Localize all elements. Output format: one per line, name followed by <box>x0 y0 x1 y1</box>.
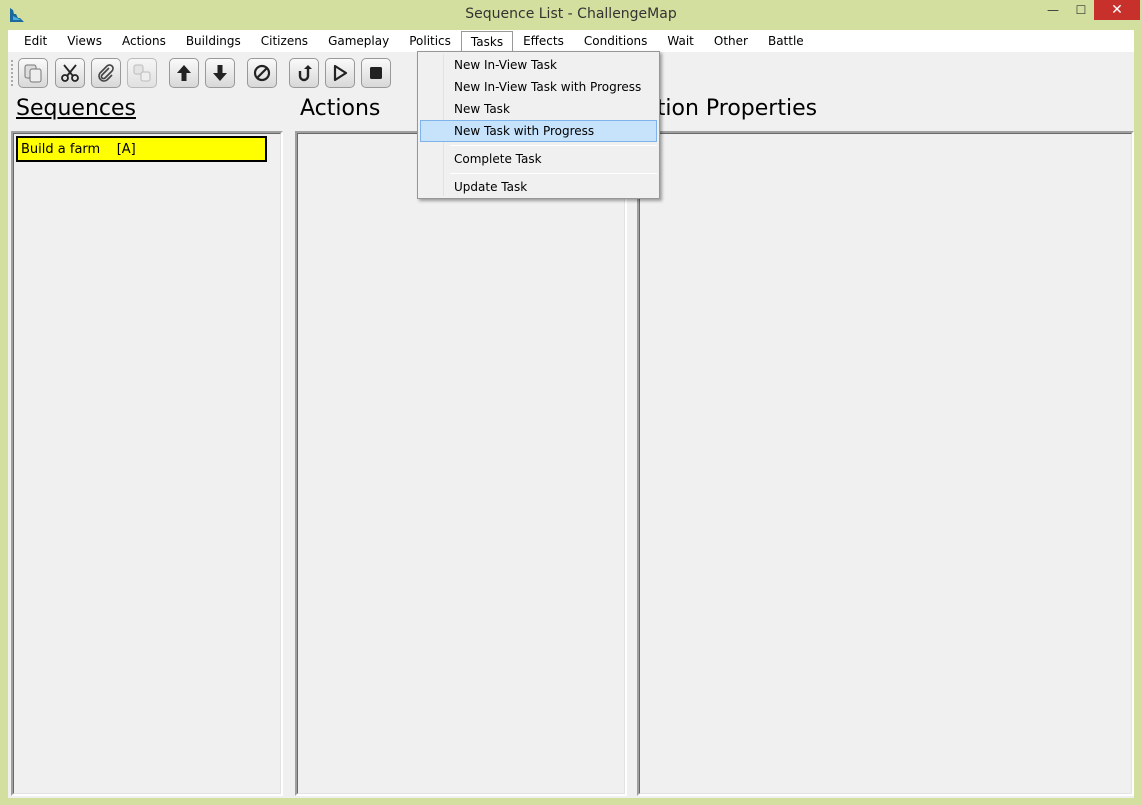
undo-button[interactable] <box>289 58 319 88</box>
move-up-button[interactable] <box>169 58 199 88</box>
menu-views[interactable]: Views <box>57 31 112 51</box>
cut-button[interactable] <box>55 58 85 88</box>
minimize-button[interactable]: — <box>1040 0 1066 20</box>
menu-item-update-task[interactable]: Update Task <box>420 176 657 198</box>
play-button[interactable] <box>325 58 355 88</box>
actions-title: Actions <box>300 96 381 121</box>
title-bar[interactable]: Sequence List - ChallengeMap — ☐ ✕ <box>0 0 1142 30</box>
action-properties-panel[interactable] <box>637 131 1134 796</box>
menu-edit[interactable]: Edit <box>14 31 57 51</box>
menu-bar: Edit Views Actions Buildings Citizens Ga… <box>8 30 1134 52</box>
menu-separator <box>450 145 657 146</box>
tasks-dropdown-menu: New In-View Task New In-View Task with P… <box>417 51 660 199</box>
scissors-icon <box>61 64 79 82</box>
menu-wait[interactable]: Wait <box>657 31 704 51</box>
paperclip-icon <box>98 64 114 82</box>
sequences-list[interactable]: Build a farm [A] <box>11 131 283 796</box>
stop-button[interactable] <box>361 58 391 88</box>
disable-icon <box>253 64 271 82</box>
menu-conditions[interactable]: Conditions <box>574 31 658 51</box>
menu-item-complete-task[interactable]: Complete Task <box>420 148 657 170</box>
menu-politics[interactable]: Politics <box>399 31 461 51</box>
menu-item-new-task[interactable]: New Task <box>420 98 657 120</box>
close-button[interactable]: ✕ <box>1094 0 1140 20</box>
arrow-down-icon <box>213 65 227 81</box>
menu-buildings[interactable]: Buildings <box>176 31 251 51</box>
copy-icon <box>24 64 42 83</box>
disable-button[interactable] <box>247 58 277 88</box>
sequences-title: Sequences <box>16 96 136 121</box>
stop-icon <box>370 67 382 79</box>
menu-item-new-task-with-progress[interactable]: New Task with Progress <box>420 120 657 142</box>
menu-other[interactable]: Other <box>704 31 758 51</box>
menu-battle[interactable]: Battle <box>758 31 814 51</box>
move-down-button[interactable] <box>205 58 235 88</box>
actions-list-frame <box>297 133 625 794</box>
action-properties-frame <box>639 133 1132 794</box>
menu-item-new-in-view-task-with-progress[interactable]: New In-View Task with Progress <box>420 76 657 98</box>
client-area: Edit Views Actions Buildings Citizens Ga… <box>8 30 1134 798</box>
application-window: Sequence List - ChallengeMap — ☐ ✕ Edit … <box>0 0 1142 805</box>
menu-gameplay[interactable]: Gameplay <box>318 31 399 51</box>
actions-list[interactable] <box>295 131 627 796</box>
paste-button[interactable] <box>91 58 121 88</box>
copy-button[interactable] <box>18 58 48 88</box>
sequences-list-frame: Build a farm [A] <box>13 133 281 794</box>
menu-tasks[interactable]: Tasks <box>460 31 514 51</box>
menu-item-new-in-view-task[interactable]: New In-View Task <box>420 54 657 76</box>
maximize-button[interactable]: ☐ <box>1068 0 1094 20</box>
menu-citizens[interactable]: Citizens <box>251 31 318 51</box>
play-icon <box>333 64 348 82</box>
window-title: Sequence List - ChallengeMap <box>465 6 677 22</box>
undo-icon <box>298 65 312 82</box>
duplicate-icon <box>133 64 151 82</box>
arrow-up-icon <box>177 65 191 81</box>
sequence-item[interactable]: Build a farm [A] <box>16 136 267 162</box>
menu-actions[interactable]: Actions <box>112 31 176 51</box>
duplicate-button[interactable] <box>127 58 157 88</box>
menu-effects[interactable]: Effects <box>513 31 574 51</box>
menu-separator <box>450 173 657 174</box>
toolbar-grip[interactable] <box>11 60 14 86</box>
